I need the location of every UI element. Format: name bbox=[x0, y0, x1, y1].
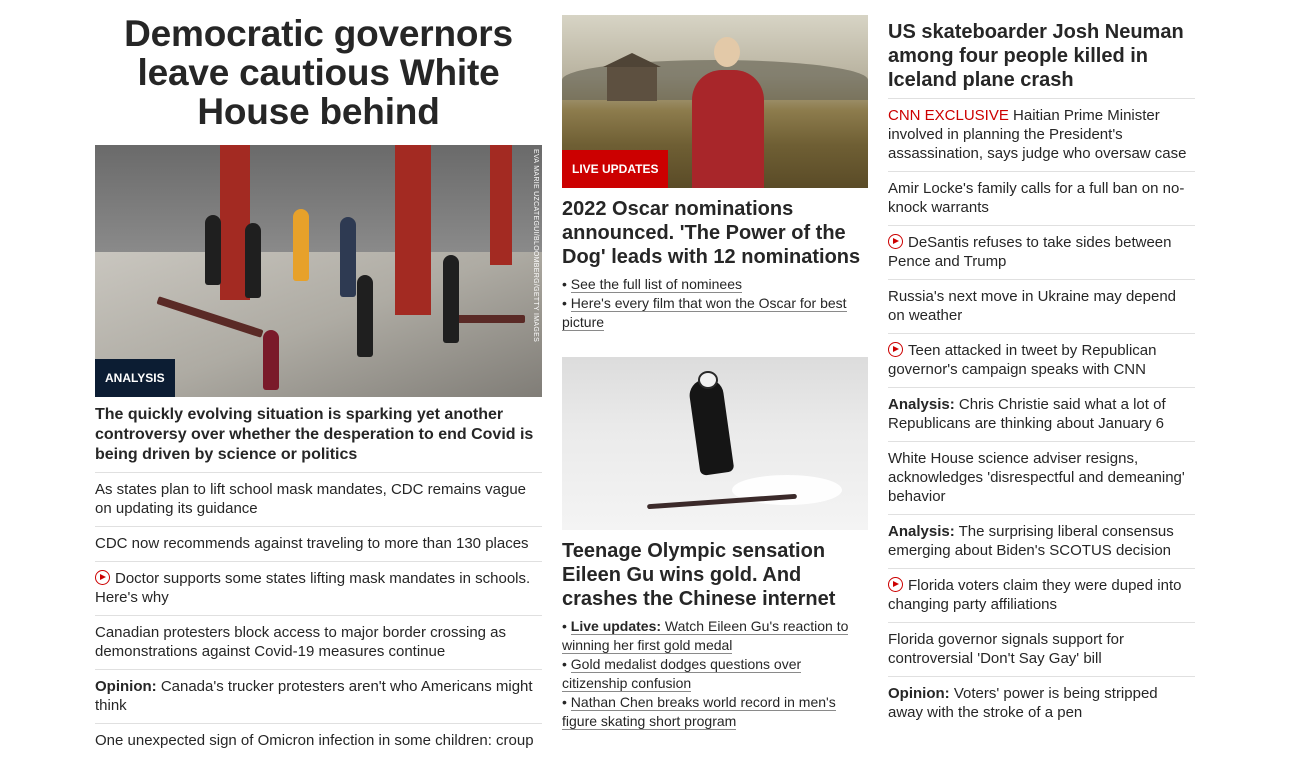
story-list-left: As states plan to lift school mask manda… bbox=[95, 472, 542, 758]
hero-person bbox=[263, 330, 279, 390]
hero-pillar bbox=[490, 145, 512, 265]
play-icon bbox=[888, 577, 903, 592]
hero-bench bbox=[455, 315, 525, 323]
hero-image[interactable]: EVA MARIE UZCATEGUI/BLOOMBERG/GETTY IMAG… bbox=[95, 145, 542, 397]
hero-pillar bbox=[395, 145, 431, 315]
hero-person bbox=[340, 217, 356, 297]
list-item[interactable]: Florida governor signals support for con… bbox=[888, 622, 1195, 676]
analysis-label: Analysis: bbox=[888, 523, 955, 540]
bullet-link[interactable]: Live updates: Watch Eileen Gu's reaction… bbox=[562, 618, 849, 654]
list-item[interactable]: Florida voters claim they were duped int… bbox=[888, 568, 1195, 622]
ski-helmet bbox=[698, 371, 718, 389]
oscar-image[interactable]: LIVE UPDATES bbox=[562, 15, 868, 188]
list-item[interactable]: CNN EXCLUSIVE Haitian Prime Minister inv… bbox=[888, 98, 1195, 171]
list-item[interactable]: As states plan to lift school mask manda… bbox=[95, 472, 542, 526]
bullet-link[interactable]: Gold medalist dodges questions over citi… bbox=[562, 656, 802, 692]
list-item[interactable]: Amir Locke's family calls for a full ban… bbox=[888, 171, 1195, 225]
play-icon bbox=[888, 342, 903, 357]
bullet-link[interactable]: Here's every film that won the Oscar for… bbox=[562, 295, 847, 331]
bullet-item: • Live updates: Watch Eileen Gu's reacti… bbox=[562, 618, 849, 654]
opinion-label: Opinion: bbox=[95, 678, 157, 695]
opinion-label: Opinion: bbox=[888, 685, 950, 702]
list-item[interactable]: White House science adviser resigns, ack… bbox=[888, 441, 1195, 514]
ski-image[interactable] bbox=[562, 357, 868, 530]
hero-subheadline[interactable]: The quickly evolving situation is sparki… bbox=[95, 405, 542, 465]
list-item[interactable]: Doctor supports some states lifting mask… bbox=[95, 561, 542, 615]
hero-person bbox=[357, 275, 373, 357]
play-icon bbox=[888, 234, 903, 249]
bullet-link[interactable]: Nathan Chen breaks world record in men's… bbox=[562, 694, 836, 730]
right-column: US skateboarder Josh Neuman among four p… bbox=[888, 0, 1195, 730]
bullet-item: • Here's every film that won the Oscar f… bbox=[562, 295, 847, 331]
bullet-link[interactable]: See the full list of nominees bbox=[570, 276, 743, 293]
list-item[interactable]: Opinion: Canada's trucker protesters are… bbox=[95, 669, 542, 723]
list-item[interactable]: Teen attacked in tweet by Republican gov… bbox=[888, 333, 1195, 387]
list-item[interactable]: One unexpected sign of Omicron infection… bbox=[95, 723, 542, 758]
main-headline[interactable]: Democratic governors leave cautious Whit… bbox=[95, 14, 542, 131]
middle-column: LIVE UPDATES 2022 Oscar nominations anno… bbox=[562, 0, 868, 731]
hero-person bbox=[443, 255, 459, 343]
list-item[interactable]: CDC now recommends against traveling to … bbox=[95, 526, 542, 561]
ski-figure bbox=[687, 377, 735, 476]
ski-bullets: • Live updates: Watch Eileen Gu's reacti… bbox=[562, 617, 868, 731]
live-updates-tag: LIVE UPDATES bbox=[562, 150, 669, 188]
hero-person bbox=[245, 223, 261, 298]
story-list-right: CNN EXCLUSIVE Haitian Prime Minister inv… bbox=[888, 98, 1195, 730]
bullet-item: • Gold medalist dodges questions over ci… bbox=[562, 656, 802, 692]
analysis-tag: ANALYSIS bbox=[95, 359, 175, 397]
exclusive-label: CNN EXCLUSIVE bbox=[888, 107, 1009, 124]
analysis-label: Analysis: bbox=[888, 396, 955, 413]
right-headline[interactable]: US skateboarder Josh Neuman among four p… bbox=[888, 20, 1195, 92]
oscar-figure bbox=[692, 70, 764, 188]
play-icon bbox=[95, 570, 110, 585]
bullet-item: • Nathan Chen breaks world record in men… bbox=[562, 694, 836, 730]
photo-credit: EVA MARIE UZCATEGUI/BLOOMBERG/GETTY IMAG… bbox=[532, 149, 539, 343]
hero-person bbox=[293, 209, 309, 281]
oscar-bullets: • See the full list of nominees • Here's… bbox=[562, 275, 868, 332]
list-item[interactable]: Canadian protesters block access to majo… bbox=[95, 615, 542, 669]
oscar-figure-head bbox=[714, 37, 740, 67]
bullet-item: • See the full list of nominees bbox=[562, 276, 743, 293]
main-column: Democratic governors leave cautious Whit… bbox=[95, 0, 542, 758]
hero-person bbox=[205, 215, 221, 285]
oscar-headline[interactable]: 2022 Oscar nominations announced. 'The P… bbox=[562, 197, 868, 269]
list-item[interactable]: Russia's next move in Ukraine may depend… bbox=[888, 279, 1195, 333]
live-updates-label: Live updates: bbox=[570, 618, 662, 634]
list-item[interactable]: Analysis: Chris Christie said what a lot… bbox=[888, 387, 1195, 441]
oscar-house bbox=[603, 53, 661, 101]
list-item[interactable]: Analysis: The surprising liberal consens… bbox=[888, 514, 1195, 568]
list-item[interactable]: DeSantis refuses to take sides between P… bbox=[888, 225, 1195, 279]
list-item[interactable]: Opinion: Voters' power is being stripped… bbox=[888, 676, 1195, 730]
ski-headline[interactable]: Teenage Olympic sensation Eileen Gu wins… bbox=[562, 539, 868, 611]
